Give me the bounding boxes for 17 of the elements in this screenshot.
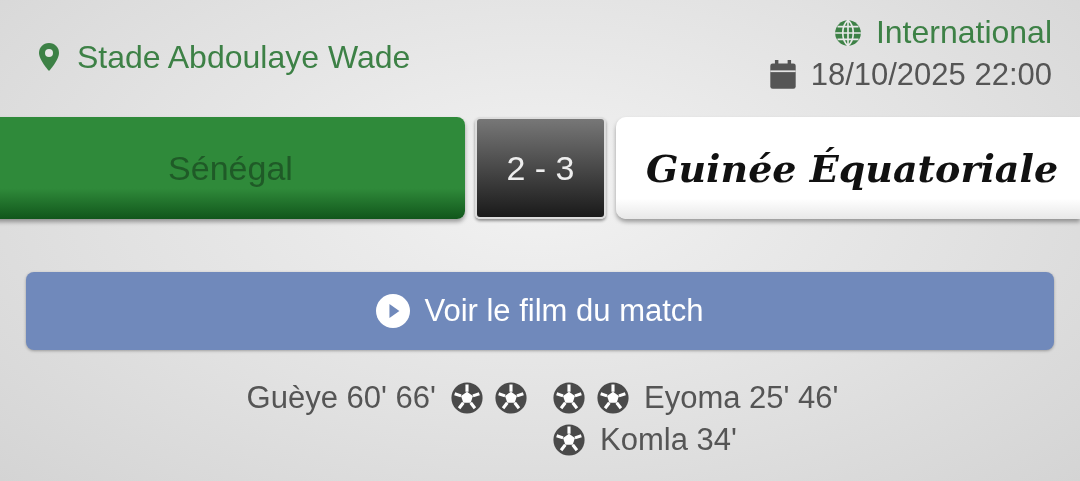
score-display: 2 - 3 — [475, 117, 606, 219]
scorer-label: Eyoma 25' 46' — [644, 380, 839, 416]
competition-label: International — [875, 14, 1052, 51]
watch-video-button[interactable]: Voir le film du match — [26, 272, 1054, 350]
calendar-icon — [768, 60, 797, 90]
scorer-label: Komla 34' — [600, 422, 737, 458]
globe-icon — [833, 17, 862, 48]
venue-label: Stade Abdoulaye Wade — [77, 38, 411, 76]
soccer-ball-icon — [494, 381, 528, 415]
scorer-label: Guèye 60' 66' — [246, 380, 436, 416]
match-datetime: 18/10/2025 22:00 — [810, 57, 1052, 93]
soccer-ball-icon — [552, 423, 586, 457]
soccer-ball-icon — [450, 381, 484, 415]
soccer-ball-icon — [552, 381, 586, 415]
play-icon — [376, 294, 411, 328]
soccer-ball-icon — [596, 381, 630, 415]
team-name: Guinée Équatoriale — [616, 117, 1080, 219]
